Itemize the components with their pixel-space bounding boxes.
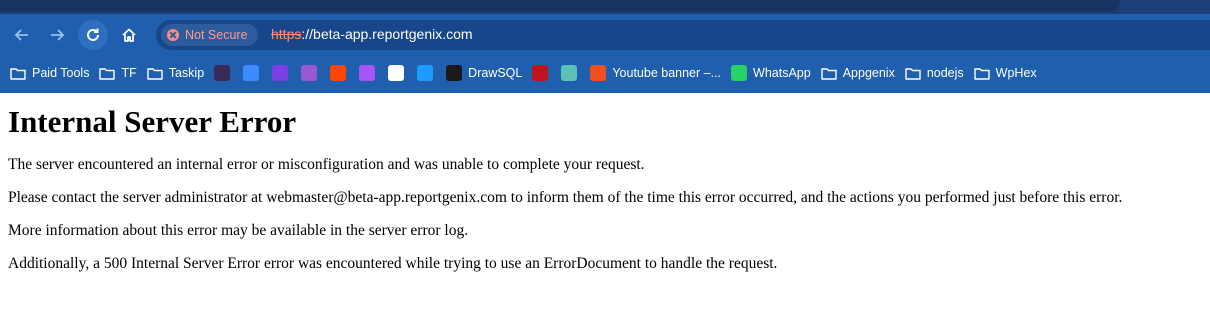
home-icon: [121, 27, 137, 43]
favicon-icon: [446, 65, 463, 81]
folder-icon: [821, 67, 837, 80]
browser-chrome: Not Secure https://beta-app.reportgenix.…: [0, 0, 1210, 93]
tab-strip: [0, 0, 1210, 14]
folder-icon: [905, 67, 921, 80]
arrow-right-icon: [49, 27, 65, 43]
security-label: Not Secure: [185, 28, 248, 42]
error-paragraph: More information about this error may be…: [8, 222, 469, 239]
bookmark-favicon-icon[interactable]: [532, 65, 549, 81]
bookmark-favicon-icon[interactable]: [388, 65, 405, 81]
bookmark-favicon-icon[interactable]: [243, 65, 260, 81]
arrow-left-icon: [14, 27, 30, 43]
url-scheme: https: [271, 26, 302, 42]
folder-icon: [10, 67, 26, 80]
page-title: Internal Server Error: [8, 104, 297, 139]
bookmark-folder[interactable]: Paid Tools: [10, 66, 89, 80]
folder-icon: [147, 67, 163, 80]
bookmark-link[interactable]: Youtube banner –...: [590, 65, 721, 81]
error-paragraph: The server encountered an internal error…: [8, 156, 645, 173]
folder-icon: [973, 67, 990, 80]
favicon-icon: [590, 65, 607, 81]
home-button[interactable]: [114, 20, 144, 50]
error-paragraph: Please contact the server administrator …: [8, 189, 1123, 206]
bookmark-link[interactable]: DrawSQL: [446, 65, 522, 81]
bookmark-label: WpHex: [995, 66, 1037, 80]
bookmark-favicon-icon[interactable]: [272, 65, 289, 81]
favicon-icon: [731, 65, 748, 81]
url-text[interactable]: https://beta-app.reportgenix.com: [271, 26, 473, 42]
bookmark-folder[interactable]: nodejs: [905, 66, 964, 80]
forward-button[interactable]: [42, 20, 72, 50]
bookmark-favicon-icon[interactable]: [214, 65, 231, 81]
bookmark-label: nodejs: [926, 66, 964, 80]
bookmark-label: Youtube banner –...: [612, 66, 722, 80]
bookmark-label: DrawSQL: [468, 66, 523, 80]
active-tab[interactable]: [0, 0, 1120, 12]
bookmark-label: TF: [121, 66, 137, 80]
bookmark-link[interactable]: WhatsApp: [731, 65, 811, 81]
bookmarks-bar: Paid Tools TF Taskip DrawSQL Youtube banner …: [0, 56, 1210, 90]
bookmark-favicon-icon[interactable]: [330, 65, 347, 81]
not-secure-icon: [167, 29, 179, 41]
bookmark-label: Taskip: [168, 66, 205, 80]
folder-icon: [99, 67, 116, 80]
browser-toolbar: Not Secure https://beta-app.reportgenix.…: [0, 14, 1210, 56]
bookmark-favicon-icon[interactable]: [359, 65, 376, 81]
bookmark-folder[interactable]: WpHex: [973, 66, 1037, 80]
bookmark-favicon-icon[interactable]: [561, 65, 578, 81]
security-chip[interactable]: Not Secure: [161, 24, 258, 46]
reload-button[interactable]: [78, 20, 108, 50]
reload-icon: [85, 27, 101, 43]
bookmark-label: Appgenix: [842, 66, 895, 80]
bookmark-favicon-icon[interactable]: [301, 65, 318, 81]
bookmark-label: Paid Tools: [32, 66, 90, 80]
address-bar[interactable]: Not Secure https://beta-app.reportgenix.…: [156, 20, 1210, 50]
bookmark-folder[interactable]: Appgenix: [821, 66, 895, 80]
error-paragraph: Additionally, a 500 Internal Server Erro…: [8, 255, 778, 272]
bookmark-favicon-icon[interactable]: [417, 65, 434, 81]
bookmark-label: WhatsApp: [753, 66, 811, 80]
bookmark-folder[interactable]: TF: [99, 66, 137, 80]
url-host: ://beta-app.reportgenix.com: [301, 26, 473, 42]
error-page: Internal Server Error The server encount…: [0, 104, 1210, 273]
back-button[interactable]: [7, 20, 37, 50]
bookmark-folder[interactable]: Taskip: [147, 66, 204, 80]
